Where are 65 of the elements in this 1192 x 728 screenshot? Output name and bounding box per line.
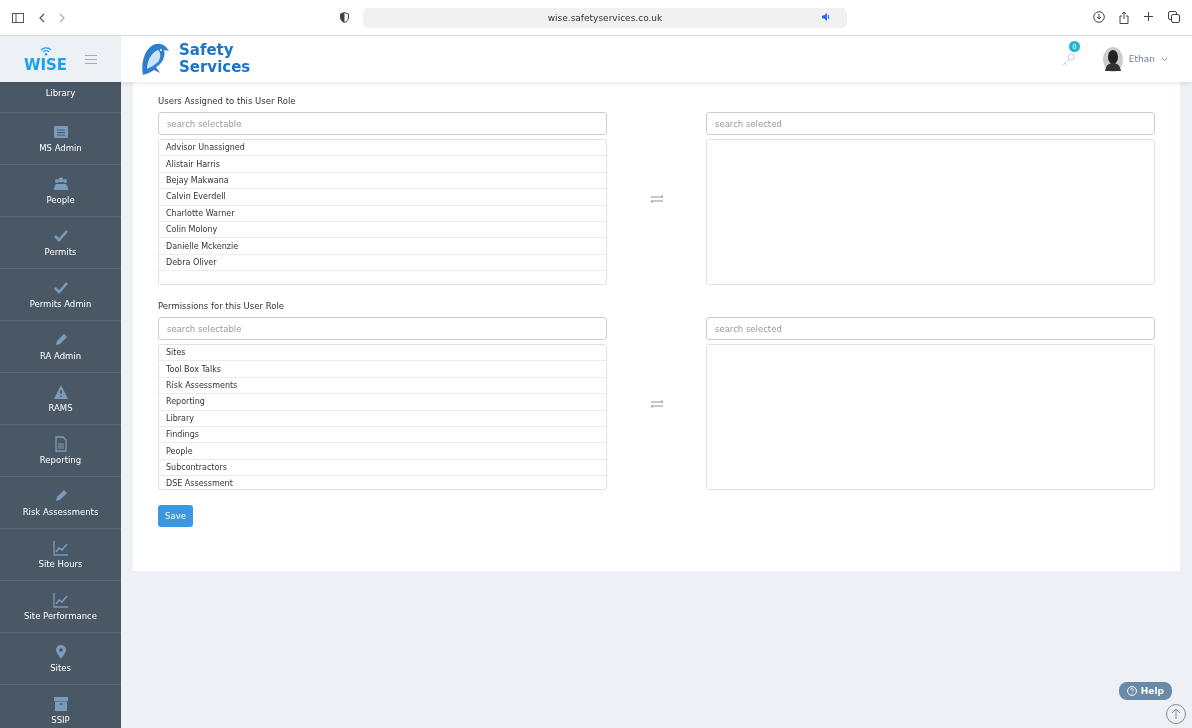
list-icon xyxy=(52,124,69,140)
list-item[interactable]: Library xyxy=(159,410,606,427)
section-title: Users Assigned to this User Role xyxy=(158,96,297,106)
help-button[interactable]: Help xyxy=(1118,682,1172,700)
search-field[interactable]: search selected xyxy=(706,317,1155,340)
swap-icon[interactable] xyxy=(649,194,664,203)
list-item[interactable]: Alistair Harris xyxy=(159,156,606,173)
list-item[interactable]: Reporting xyxy=(159,394,606,411)
shield-icon[interactable] xyxy=(340,12,349,23)
list-item[interactable]: Sites xyxy=(159,345,606,362)
document-icon xyxy=(52,436,69,452)
check-icon xyxy=(52,228,69,244)
user-name[interactable]: Ethan xyxy=(1128,54,1155,64)
list-item[interactable]: Risk Assessments xyxy=(159,377,606,395)
list-item[interactable]: Charlotte Warner xyxy=(159,205,606,222)
list-item[interactable]: Findings xyxy=(159,426,606,444)
sidebar-item[interactable]: RAMS xyxy=(0,373,121,425)
back-icon[interactable] xyxy=(38,12,45,23)
sidebar-item[interactable]: SSIP xyxy=(0,685,121,728)
sidebar-item[interactable]: Site Hours xyxy=(0,529,121,581)
sidebar-item[interactable]: Permits xyxy=(0,217,121,269)
list-item[interactable]: Debra Oliver xyxy=(159,254,606,272)
sidebar-item[interactable]: Risk Assessments xyxy=(0,477,121,529)
chart-icon xyxy=(52,592,69,608)
wifi-icon xyxy=(39,45,52,56)
warning-icon xyxy=(52,384,69,400)
address-bar[interactable]: wise.safetyservices.co.uk xyxy=(363,7,847,28)
share-icon[interactable] xyxy=(1119,11,1129,24)
check-icon xyxy=(52,280,69,296)
swap-icon[interactable] xyxy=(649,399,664,408)
download-icon[interactable] xyxy=(1093,11,1105,23)
list-item[interactable]: DSE Assessment xyxy=(159,476,606,489)
list-item[interactable]: People xyxy=(159,443,606,460)
sidebar-item[interactable]: People xyxy=(0,165,121,217)
chevron-down-icon[interactable] xyxy=(1161,56,1168,62)
sidebar-item[interactable]: MS Admin xyxy=(0,113,121,165)
sidebar-toggle-icon[interactable] xyxy=(12,12,24,23)
tabs-icon[interactable] xyxy=(1168,11,1180,23)
help-icon xyxy=(1126,686,1137,696)
plus-icon[interactable] xyxy=(1143,11,1154,22)
list-item[interactable]: Calvin Everdell xyxy=(159,189,606,206)
avatar[interactable] xyxy=(1102,46,1123,72)
list-item[interactable]: Bejay Makwana xyxy=(159,172,606,190)
section-title: Permissions for this User Role xyxy=(158,301,285,311)
arrow-up-icon xyxy=(1171,708,1181,720)
sidebar-item[interactable]: Site Performance xyxy=(0,581,121,633)
brand-name: Safety Services xyxy=(179,42,252,76)
sidebar-item[interactable]: Library xyxy=(0,82,121,113)
speaker-icon[interactable] xyxy=(822,12,831,21)
chart-icon xyxy=(52,540,69,556)
people-icon xyxy=(52,176,69,192)
list-item[interactable]: Colin Molony xyxy=(159,221,606,239)
sidebar-item[interactable]: RA Admin xyxy=(0,321,121,373)
list-item[interactable]: Advisor Unassigned xyxy=(159,140,606,157)
list-item[interactable]: Subcontractors xyxy=(159,459,606,477)
sidebar-item[interactable]: Permits Admin xyxy=(0,269,121,321)
search-field[interactable]: search selectable xyxy=(158,317,607,340)
search-field[interactable]: search selectable xyxy=(158,112,607,135)
sidebar-item[interactable]: Reporting xyxy=(0,425,121,477)
forward-icon[interactable] xyxy=(59,12,66,23)
archive-icon xyxy=(52,696,69,712)
list-item[interactable]: Tool Box Talks xyxy=(159,361,606,378)
list-item[interactable]: Danielle Mckenzie xyxy=(159,238,606,255)
search-field[interactable]: search selected xyxy=(706,112,1155,135)
sidebar-item[interactable]: Sites xyxy=(0,633,121,685)
